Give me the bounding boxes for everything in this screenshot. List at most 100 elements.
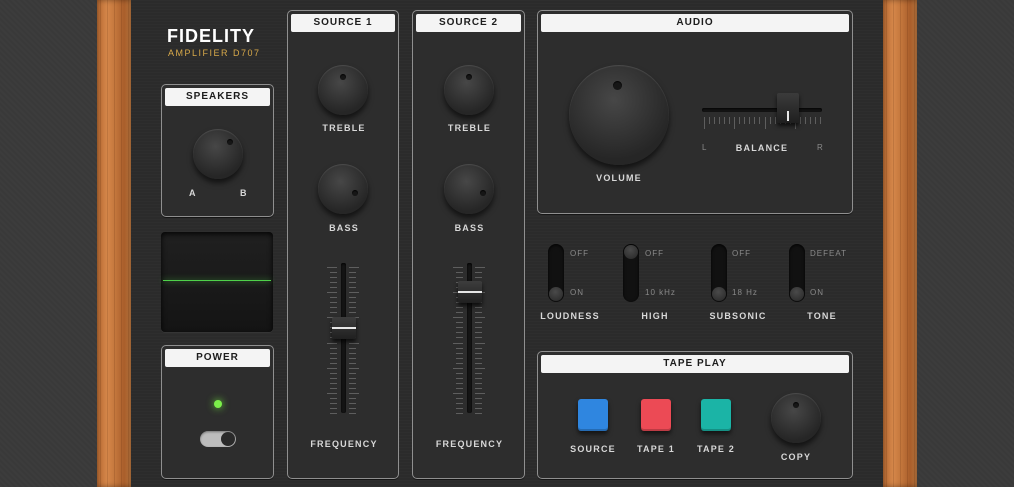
scale-tick: [330, 358, 337, 359]
scale-tick: [475, 322, 482, 323]
copy-knob[interactable]: [771, 393, 821, 443]
loudness-top-label: OFF: [570, 249, 589, 258]
source2-treble-knob[interactable]: [444, 65, 494, 115]
scale-tick: [456, 403, 463, 404]
scale-tick: [815, 117, 816, 124]
scale-tick: [330, 277, 337, 278]
knob-indicator-dot: [793, 402, 799, 408]
scale-tick: [330, 408, 337, 409]
scale-tick: [349, 353, 356, 354]
scale-tick: [330, 302, 337, 303]
balance-scale: [704, 117, 822, 131]
scale-tick: [475, 307, 482, 308]
high-bottom-label: 10 kHz: [645, 288, 676, 297]
source1-bass-knob[interactable]: [318, 164, 368, 214]
scale-tick: [475, 388, 482, 389]
source2-bass-knob[interactable]: [444, 164, 494, 214]
scale-tick: [456, 408, 463, 409]
loudness-bottom-label: ON: [570, 288, 584, 297]
source-button[interactable]: [578, 399, 608, 431]
scale-tick: [349, 378, 356, 379]
source-button-label: SOURCE: [570, 444, 616, 454]
scale-tick: [475, 413, 482, 414]
scale-tick: [349, 368, 359, 369]
scale-tick: [327, 343, 337, 344]
scale-tick: [349, 287, 356, 288]
scale-tick: [349, 312, 356, 313]
balance-fader[interactable]: [777, 93, 799, 123]
scale-tick: [327, 292, 337, 293]
power-panel: POWER: [161, 345, 274, 479]
scale-tick: [349, 398, 356, 399]
knob-indicator-dot: [480, 190, 486, 196]
scale-tick: [330, 363, 337, 364]
knob-indicator-dot: [613, 81, 622, 90]
balance-label: BALANCE: [735, 143, 789, 153]
scale-tick: [330, 398, 337, 399]
power-toggle[interactable]: [200, 431, 236, 447]
switch-thumb: [549, 287, 563, 301]
scale-tick: [327, 368, 337, 369]
scale-tick: [475, 393, 485, 394]
high-switch[interactable]: [623, 244, 639, 302]
scale-tick: [714, 117, 715, 124]
scale-tick: [330, 307, 337, 308]
balance-right-label: R: [817, 143, 824, 152]
scale-tick: [456, 272, 463, 273]
scale-tick: [456, 353, 463, 354]
scale-tick: [765, 117, 766, 129]
brand-subtitle: AMPLIFIER D707: [168, 48, 261, 58]
scale-tick: [456, 312, 463, 313]
scale-tick: [475, 337, 482, 338]
scale-tick: [456, 373, 463, 374]
subsonic-top-label: OFF: [732, 249, 751, 258]
scale-tick: [330, 388, 337, 389]
scale-tick: [453, 343, 463, 344]
audio-title: AUDIO: [541, 14, 849, 32]
speakers-label-a: A: [189, 188, 197, 198]
scale-tick: [724, 117, 725, 124]
knob-indicator-dot: [227, 139, 233, 145]
source1-treble-knob[interactable]: [318, 65, 368, 115]
scale-tick: [330, 413, 337, 414]
volume-knob[interactable]: [569, 65, 669, 165]
scale-tick: [349, 302, 356, 303]
signal-display: [161, 232, 273, 332]
source2-frequency-label: FREQUENCY: [435, 439, 504, 449]
scale-tick: [330, 282, 337, 283]
tone-label: TONE: [807, 311, 837, 321]
knob-indicator-dot: [466, 74, 472, 80]
subsonic-switch[interactable]: [711, 244, 727, 302]
scale-tick: [456, 358, 463, 359]
knob-indicator-dot: [340, 74, 346, 80]
scale-tick: [330, 287, 337, 288]
source2-frequency-fader[interactable]: [458, 281, 482, 303]
loudness-switch[interactable]: [548, 244, 564, 302]
source1-panel: SOURCE 1 TREBLE BASS FREQUENCY: [287, 10, 399, 479]
source1-frequency-label: FREQUENCY: [310, 439, 378, 449]
scale-tick: [349, 292, 359, 293]
tone-switch[interactable]: [789, 244, 805, 302]
scale-tick: [775, 117, 776, 124]
scale-tick: [475, 378, 482, 379]
tape2-button[interactable]: [701, 399, 731, 431]
scale-tick: [475, 358, 482, 359]
scale-tick: [349, 277, 356, 278]
power-led: [214, 400, 222, 408]
scale-tick: [349, 358, 356, 359]
switch-thumb: [790, 287, 804, 301]
scale-tick: [475, 317, 485, 318]
scale-tick: [453, 368, 463, 369]
wood-side-left: [97, 0, 131, 487]
scale-tick: [805, 117, 806, 124]
speakers-selector-knob[interactable]: [193, 129, 243, 179]
scale-tick: [754, 117, 755, 124]
scale-tick: [456, 398, 463, 399]
source1-frequency-fader[interactable]: [332, 317, 356, 339]
scale-tick: [330, 312, 337, 313]
scale-tick: [453, 393, 463, 394]
switch-thumb: [624, 245, 638, 259]
scale-tick: [330, 403, 337, 404]
tape1-button[interactable]: [641, 399, 671, 431]
scale-tick: [475, 343, 485, 344]
